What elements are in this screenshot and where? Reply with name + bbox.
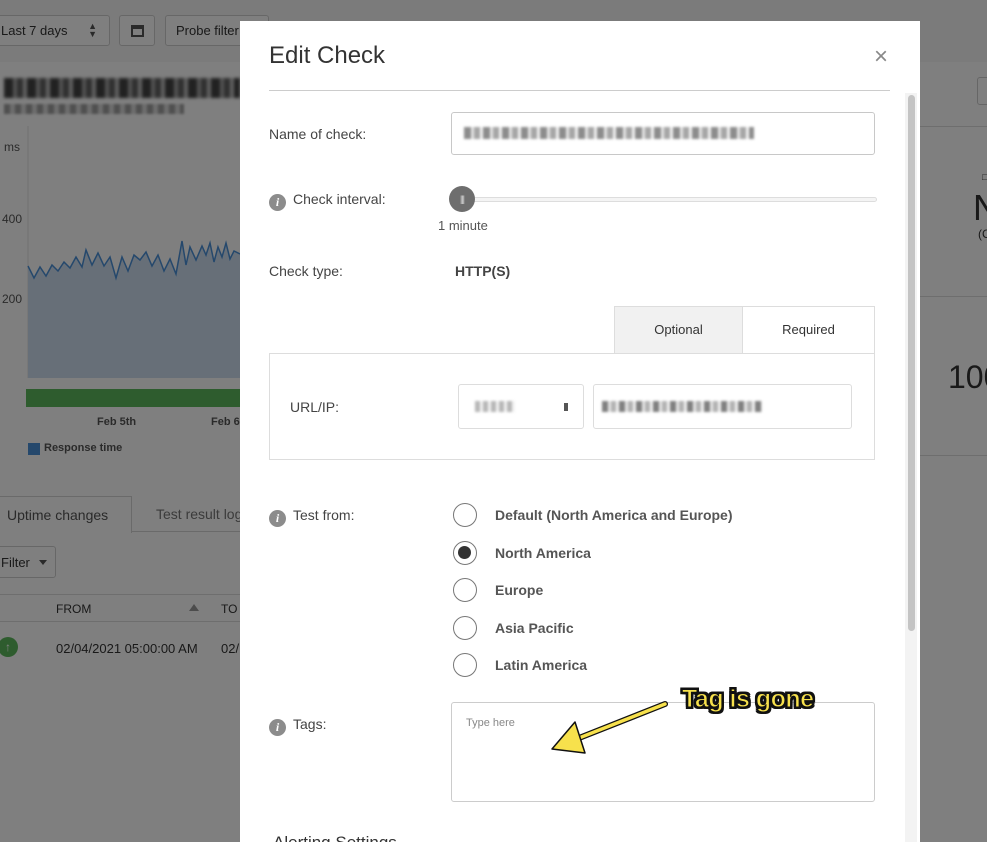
annotation-text: Tag is gone bbox=[682, 685, 815, 714]
arrow-head-icon bbox=[551, 721, 586, 754]
annotation-arrow bbox=[551, 701, 668, 754]
